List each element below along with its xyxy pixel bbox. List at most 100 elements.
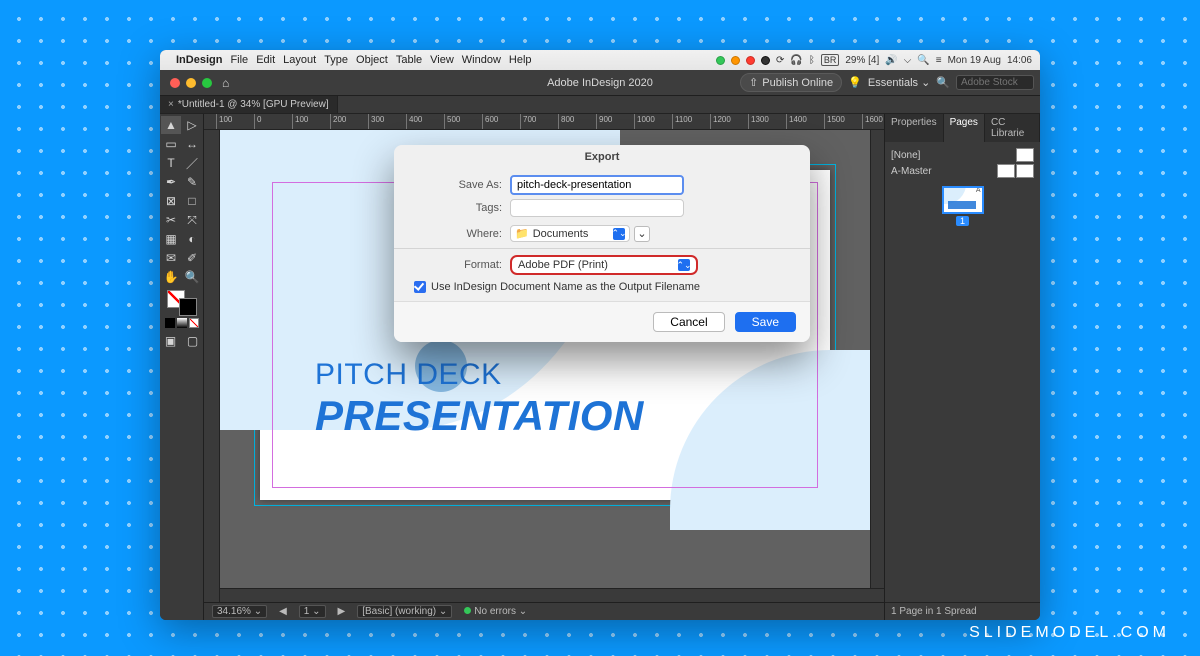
- status-dot-black-icon[interactable]: [761, 56, 770, 65]
- export-dialog: Export Save As: Tags: Where: 📁Documents …: [394, 145, 810, 342]
- rectangle-frame-tool-icon[interactable]: ⊠: [161, 192, 181, 210]
- ruler-tick: 1300: [748, 114, 769, 129]
- stroke-swatch-icon[interactable]: [179, 298, 197, 316]
- pages-panel: [None] A-Master A 1: [885, 142, 1040, 602]
- save-as-input[interactable]: [510, 175, 684, 195]
- menu-object[interactable]: Object: [356, 54, 388, 66]
- window-minimize-icon[interactable]: [186, 78, 196, 88]
- horizontal-ruler[interactable]: 1000100200300400500600700800900100011001…: [204, 114, 884, 130]
- window-close-icon[interactable]: [170, 78, 180, 88]
- free-transform-tool-icon[interactable]: ⤧: [182, 211, 202, 229]
- horizontal-scrollbar[interactable]: [220, 588, 884, 602]
- ruler-tick: 1500: [824, 114, 845, 129]
- bluetooth-icon[interactable]: ᛒ: [809, 55, 815, 66]
- tab-properties[interactable]: Properties: [885, 114, 944, 142]
- line-tool-icon[interactable]: ／: [182, 154, 202, 172]
- dropdown-toggle-icon: ⌃⌄: [613, 228, 625, 240]
- menu-help[interactable]: Help: [509, 54, 532, 66]
- sync-icon[interactable]: ⟳: [776, 55, 784, 66]
- tab-close-icon[interactable]: ×: [168, 99, 174, 110]
- headphones-icon[interactable]: 🎧: [790, 55, 802, 66]
- tags-label: Tags:: [414, 202, 510, 214]
- battery-percent[interactable]: 29% [4]: [845, 55, 879, 66]
- search-icon[interactable]: 🔍: [917, 55, 929, 66]
- menu-file[interactable]: File: [230, 54, 248, 66]
- zoom-tool-icon[interactable]: 🔍: [182, 268, 202, 286]
- master-none-row[interactable]: [None]: [891, 148, 1034, 162]
- layer-indicator[interactable]: [Basic] (working) ⌄: [357, 605, 452, 618]
- type-tool-icon[interactable]: T: [161, 154, 181, 172]
- hand-tool-icon[interactable]: ✋: [161, 268, 181, 286]
- app-menu[interactable]: InDesign: [176, 54, 222, 66]
- format-selector[interactable]: Adobe PDF (Print) ⌃⌄: [510, 255, 698, 275]
- eyedropper-tool-icon[interactable]: ✐: [182, 249, 202, 267]
- tab-cc-libraries[interactable]: CC Librarie: [985, 114, 1040, 142]
- page-nav-next-icon[interactable]: ▶: [338, 606, 346, 617]
- workspace-selector[interactable]: Essentials ⌄: [868, 76, 930, 89]
- preflight-status[interactable]: No errors ⌄: [464, 606, 527, 617]
- page-tool-icon[interactable]: ▭: [161, 135, 181, 153]
- page-nav-prev-icon[interactable]: ◀: [279, 606, 287, 617]
- pencil-tool-icon[interactable]: ✎: [182, 173, 202, 191]
- apply-color-icon[interactable]: [165, 318, 175, 328]
- ruler-tick: 900: [596, 114, 612, 129]
- cancel-button[interactable]: Cancel: [653, 312, 724, 332]
- format-label: Format:: [414, 259, 510, 271]
- wifi-icon[interactable]: ⌵: [904, 55, 912, 66]
- view-mode-preview-icon[interactable]: ▢: [183, 332, 203, 350]
- master-a-row[interactable]: A-Master: [891, 164, 1034, 178]
- publish-online-button[interactable]: ⇧ Publish Online: [740, 73, 842, 92]
- expand-dialog-button[interactable]: ⌄: [634, 226, 650, 242]
- menu-window[interactable]: Window: [462, 54, 501, 66]
- status-dot-green-icon[interactable]: [716, 56, 725, 65]
- menu-view[interactable]: View: [430, 54, 454, 66]
- vertical-ruler[interactable]: [204, 130, 220, 602]
- view-mode-normal-icon[interactable]: ▣: [161, 332, 181, 350]
- speaker-icon[interactable]: 🔊: [885, 55, 897, 66]
- status-dot-orange-icon[interactable]: [731, 56, 740, 65]
- tags-input[interactable]: [510, 199, 684, 217]
- where-selector[interactable]: 📁Documents ⌃⌄: [510, 225, 630, 242]
- zoom-level[interactable]: 34.16% ⌄: [212, 605, 267, 618]
- tab-pages[interactable]: Pages: [944, 114, 985, 142]
- keyboard-layout[interactable]: BR: [821, 54, 840, 66]
- direct-selection-tool-icon[interactable]: ▷: [182, 116, 202, 134]
- window-zoom-icon[interactable]: [202, 78, 212, 88]
- menu-layout[interactable]: Layout: [283, 54, 316, 66]
- control-center-icon[interactable]: ≡: [936, 55, 942, 66]
- ruler-tick: 0: [254, 114, 261, 129]
- pen-tool-icon[interactable]: ✒: [161, 173, 181, 191]
- note-tool-icon[interactable]: ✉: [161, 249, 181, 267]
- ruler-tick: 700: [520, 114, 536, 129]
- clock-date[interactable]: Mon 19 Aug: [948, 55, 1001, 66]
- save-button[interactable]: Save: [735, 312, 796, 332]
- fill-stroke-swatches[interactable]: [167, 290, 197, 316]
- home-icon[interactable]: ⌂: [222, 76, 229, 90]
- clock-time[interactable]: 14:06: [1007, 55, 1032, 66]
- use-doc-name-checkbox-row[interactable]: Use InDesign Document Name as the Output…: [414, 281, 790, 293]
- master-a-label: A-Master: [891, 166, 932, 177]
- vertical-scrollbar[interactable]: [870, 130, 884, 588]
- gradient-swatch-tool-icon[interactable]: ▦: [161, 230, 181, 248]
- selection-tool-icon[interactable]: ▲: [161, 116, 181, 134]
- menu-type[interactable]: Type: [324, 54, 348, 66]
- page-nav-field[interactable]: 1 ⌄: [299, 605, 326, 618]
- artwork-line1: PITCH DECK: [315, 358, 644, 392]
- apply-none-icon[interactable]: [189, 318, 199, 328]
- scissors-tool-icon[interactable]: ✂: [161, 211, 181, 229]
- gradient-feather-tool-icon[interactable]: ◐: [182, 230, 202, 248]
- apply-gradient-icon[interactable]: [177, 318, 187, 328]
- menu-table[interactable]: Table: [396, 54, 422, 66]
- search-input[interactable]: [956, 75, 1034, 90]
- tools-panel: ▲ ▷ ▭ ↔ T ／ ✒ ✎ ⊠ □ ✂ ⤧ ▦ ◐ ✉ ✐ ✋ 🔍: [160, 114, 204, 620]
- gap-tool-icon[interactable]: ↔: [182, 135, 202, 153]
- page-thumbnail[interactable]: A 1: [891, 186, 1034, 226]
- rectangle-tool-icon[interactable]: □: [182, 192, 202, 210]
- document-tab[interactable]: × *Untitled-1 @ 34% [GPU Preview]: [160, 96, 338, 113]
- folder-icon: 📁: [515, 227, 529, 240]
- status-dot-red-icon[interactable]: [746, 56, 755, 65]
- tips-icon[interactable]: 💡: [848, 76, 862, 89]
- checkbox-checked-icon[interactable]: [414, 281, 426, 293]
- menu-edit[interactable]: Edit: [256, 54, 275, 66]
- workspace-label: Essentials: [868, 77, 918, 89]
